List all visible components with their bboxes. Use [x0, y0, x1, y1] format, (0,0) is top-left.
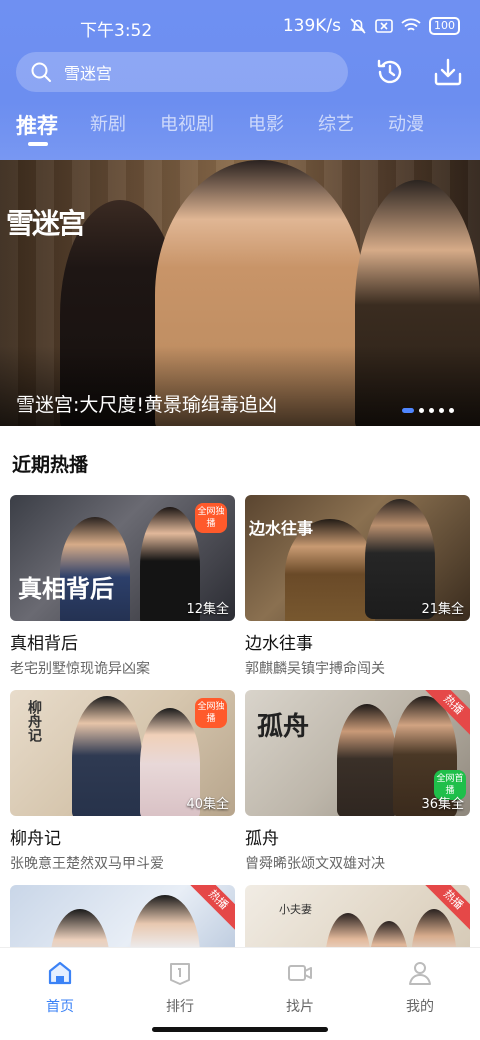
poster-title-art: 柳舟记 [26, 700, 42, 742]
episode-count: 36集全 [421, 797, 464, 812]
carousel-dot [419, 408, 424, 413]
status-icons: 139K/s 100 [283, 16, 460, 36]
show-title: 真相背后 [10, 634, 78, 654]
show-poster: 真相背后 全网独播 12集全 [10, 495, 235, 621]
download-icon[interactable] [432, 56, 464, 88]
exclusive-badge: 全网独播 [195, 698, 227, 728]
search-query: 雪迷宫 [64, 64, 113, 83]
poster-title-art: 边水往事 [249, 519, 314, 538]
nav-label: 排行 [166, 999, 194, 1015]
mute-icon [350, 18, 366, 34]
tab-new[interactable]: 新剧 [90, 110, 126, 136]
search-icon [31, 62, 51, 82]
tab-recommend[interactable]: 推荐 [16, 110, 58, 146]
featured-banner[interactable]: 雪迷宫 雪迷宫:大尺度!黄景瑜缉毒追凶 [0, 160, 480, 426]
home-indicator[interactable] [152, 1027, 328, 1032]
carousel-indicator [402, 408, 454, 413]
episode-count: 12集全 [186, 602, 229, 617]
search-input[interactable]: 雪迷宫 [16, 52, 348, 92]
show-card[interactable]: 孤舟 热播 全网首播 36集全 孤舟 曾舜晞张颂文双雄对决 [245, 690, 470, 873]
show-card[interactable]: 真相背后 全网独播 12集全 真相背后 老宅别墅惊现诡异凶案 [10, 495, 235, 678]
episode-count: 21集全 [421, 602, 464, 617]
show-poster: 孤舟 热播 全网首播 36集全 [245, 690, 470, 816]
wifi-icon [401, 18, 421, 31]
video-camera-icon [288, 965, 312, 981]
poster-title-art: 孤舟 [257, 712, 310, 742]
search-row: 雪迷宫 [16, 52, 464, 92]
nav-profile[interactable]: 我的 [390, 960, 450, 1016]
history-icon[interactable] [374, 56, 406, 88]
show-subtitle: 老宅别墅惊现诡异凶案 [10, 661, 150, 677]
show-subtitle: 张晚意王楚然双马甲斗爱 [10, 856, 164, 872]
nav-label: 我的 [406, 999, 434, 1015]
tab-tv-series[interactable]: 电视剧 [160, 110, 214, 136]
carousel-dot [439, 408, 444, 413]
show-poster: 柳舟记 全网独播 40集全 [10, 690, 235, 816]
nav-label: 找片 [286, 999, 314, 1015]
carousel-dot [449, 408, 454, 413]
show-title: 孤舟 [245, 829, 279, 849]
poster-title-art: 真相背后 [18, 574, 114, 603]
user-icon [409, 962, 431, 985]
nav-ranking[interactable]: 排行 [150, 960, 210, 1016]
show-poster: 边水往事 21集全 [245, 495, 470, 621]
section-title: 近期热播 [12, 454, 89, 476]
tab-variety[interactable]: 综艺 [318, 110, 354, 136]
show-title: 边水往事 [245, 634, 313, 654]
battery-indicator: 100 [429, 17, 460, 35]
nav-label: 首页 [46, 999, 74, 1015]
poster-title-art: 小夫妻 [279, 903, 312, 916]
poster-figure [337, 704, 397, 816]
carousel-dot [402, 408, 414, 413]
exclusive-badge: 全网独播 [195, 503, 227, 533]
ranking-icon [170, 963, 190, 985]
show-subtitle: 郭麒麟吴镇宇搏命闯关 [245, 661, 385, 677]
episode-count: 40集全 [186, 797, 229, 812]
status-bar: 下午3:52 139K/s 100 [0, 0, 480, 52]
sim-icon [375, 19, 393, 33]
poster-figure [72, 696, 142, 816]
category-tabs: 推荐 新剧 电视剧 电影 综艺 动漫 [16, 110, 458, 150]
carousel-dot [429, 408, 434, 413]
home-icon [48, 961, 72, 985]
show-card[interactable]: 边水往事 21集全 边水往事 郭麒麟吴镇宇搏命闯关 [245, 495, 470, 678]
nav-find[interactable]: 找片 [270, 960, 330, 1016]
tab-movies[interactable]: 电影 [248, 110, 284, 136]
banner-title: 雪迷宫:大尺度!黄景瑜缉毒追凶 [16, 394, 278, 416]
show-card[interactable]: 柳舟记 全网独播 40集全 柳舟记 张晚意王楚然双马甲斗爱 [10, 690, 235, 873]
show-subtitle: 曾舜晞张颂文双雄对决 [245, 856, 385, 872]
status-time: 下午3:52 [80, 21, 153, 41]
nav-home[interactable]: 首页 [30, 960, 90, 1016]
banner-logo: 雪迷宫 [6, 207, 86, 240]
tab-anime[interactable]: 动漫 [388, 110, 424, 136]
network-speed: 139K/s [282, 16, 341, 36]
show-title: 柳舟记 [10, 829, 61, 849]
